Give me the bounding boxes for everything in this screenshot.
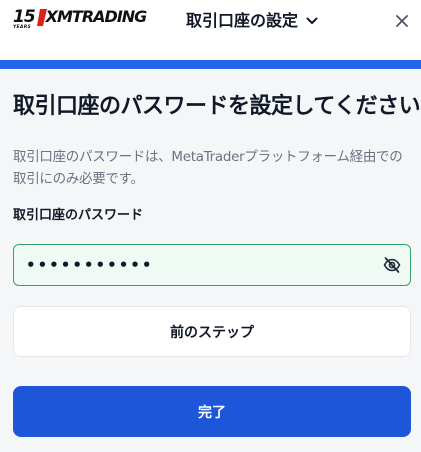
step-selector[interactable]: 取引口座の設定	[186, 10, 318, 32]
progress-accent-bar	[0, 60, 421, 69]
chevron-down-icon	[306, 17, 318, 24]
complete-button[interactable]: 完了	[13, 386, 411, 437]
logo-years-caption: YEARS	[13, 25, 32, 30]
description-line-2: 取引にのみ必要です。	[13, 171, 144, 187]
previous-step-button[interactable]: 前のステップ	[13, 306, 411, 357]
password-label: 取引口座のパスワード	[13, 208, 144, 223]
logo-anniversary: 15 YEARS	[13, 7, 36, 30]
toggle-password-visibility-button[interactable]	[382, 256, 402, 274]
password-field[interactable]: •••••••••••	[13, 244, 411, 286]
description-line-1: 取引口座のパスワードは、MetaTraderプラットフォーム経由での	[13, 149, 403, 165]
close-icon	[396, 15, 408, 27]
password-value[interactable]: •••••••••••	[26, 255, 153, 275]
account-setup-page: 15 YEARS XMTRADING 取引口座の設定 取引口座のパスワードを設定…	[0, 0, 421, 452]
close-button[interactable]	[393, 12, 411, 30]
xm-logo: 15 YEARS XMTRADING	[13, 7, 148, 32]
page-heading: 取引口座のパスワードを設定してください	[13, 94, 421, 119]
logo-brand-text: XMTRADING	[45, 7, 148, 26]
logo-anniversary-number: 15	[13, 7, 36, 27]
eye-off-icon	[383, 257, 401, 273]
header: 15 YEARS XMTRADING 取引口座の設定	[0, 0, 421, 60]
description: 取引口座のパスワードは、MetaTraderプラットフォーム経由での 取引にのみ…	[13, 146, 413, 190]
header-title: 取引口座の設定	[186, 11, 299, 30]
